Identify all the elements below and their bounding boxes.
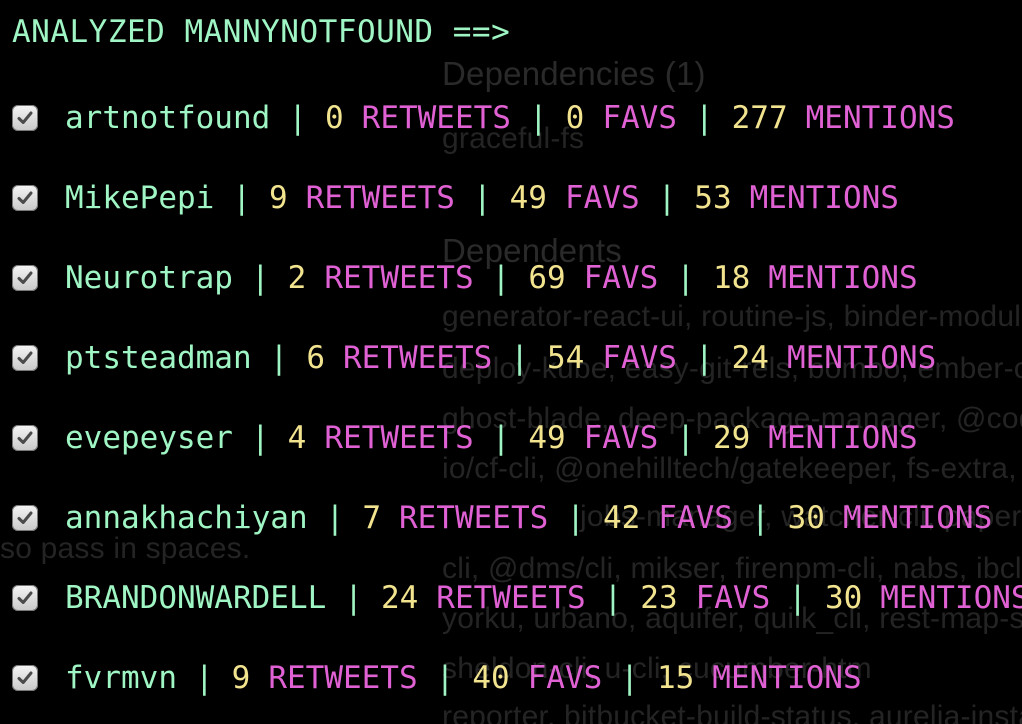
retweets-count: 4 bbox=[287, 420, 307, 456]
terminal-output: ANALYZED MANNYNOTFOUND ==> artnotfound | 0… bbox=[0, 0, 1022, 724]
retweets-count: 24 bbox=[380, 580, 419, 616]
favs-count: 42 bbox=[602, 500, 641, 536]
separator: | bbox=[750, 500, 770, 536]
separator: | bbox=[250, 260, 270, 296]
retweets-label: RETWEETS bbox=[361, 100, 511, 136]
separator: | bbox=[676, 420, 695, 456]
result-row: evepeyser | 4 RETWEETS | 49 FAVS | 29 MENTIONS bbox=[12, 416, 918, 460]
separator: | bbox=[676, 260, 695, 296]
mentions-label: MENTIONS bbox=[749, 180, 899, 216]
checkbox-icon bbox=[12, 425, 38, 451]
mentions-count: 18 bbox=[712, 260, 751, 296]
separator: | bbox=[325, 500, 345, 536]
checkbox-icon bbox=[12, 105, 38, 131]
mentions-label: MENTIONS bbox=[805, 100, 955, 136]
separator: | bbox=[232, 180, 251, 216]
mentions-label: MENTIONS bbox=[768, 260, 918, 296]
separator: | bbox=[250, 420, 270, 456]
favs-label: FAVS bbox=[527, 660, 603, 696]
mentions-count: 29 bbox=[712, 420, 751, 456]
retweets-count: 2 bbox=[287, 260, 307, 296]
separator: | bbox=[344, 580, 363, 616]
separator: | bbox=[528, 100, 548, 136]
mentions-count: 30 bbox=[787, 500, 825, 536]
mentions-label: MENTIONS bbox=[842, 500, 993, 536]
result-row: fvrmvn | 9 RETWEETS | 40 FAVS | 15 MENTIONS bbox=[12, 656, 862, 700]
favs-label: FAVS bbox=[658, 500, 733, 536]
terminal-window: Dependencies (1) graceful-fs Dependents … bbox=[0, 0, 1022, 724]
separator: | bbox=[603, 580, 623, 616]
result-row: artnotfound | 0 RETWEETS | 0 FAVS | 277 MENTIONS bbox=[12, 96, 955, 140]
mentions-label: MENTIONS bbox=[880, 580, 1022, 616]
username: annakhachiyan bbox=[65, 500, 308, 536]
checkbox-icon bbox=[12, 265, 38, 291]
retweets-count: 9 bbox=[268, 180, 288, 216]
mentions-count: 277 bbox=[731, 100, 788, 136]
retweets-label: RETWEETS bbox=[436, 580, 586, 616]
mentions-label: MENTIONS bbox=[786, 340, 937, 376]
retweets-count: 9 bbox=[231, 660, 251, 696]
username: Neurotrap bbox=[65, 260, 233, 296]
separator: | bbox=[694, 100, 714, 136]
checkbox-icon bbox=[12, 185, 38, 211]
username: BRANDONWARDELL bbox=[65, 580, 327, 616]
favs-label: FAVS bbox=[583, 420, 659, 456]
mentions-label: MENTIONS bbox=[712, 660, 862, 696]
retweets-label: RETWEETS bbox=[324, 420, 474, 456]
username: ptsteadman bbox=[65, 340, 252, 376]
favs-count: 49 bbox=[509, 180, 547, 216]
username: MikePepi bbox=[65, 180, 215, 216]
username: artnotfound bbox=[65, 100, 271, 136]
separator: | bbox=[788, 580, 807, 616]
analysis-header: ANALYZED MANNYNOTFOUND ==> bbox=[12, 14, 511, 50]
checkbox-icon bbox=[12, 345, 38, 371]
mentions-count: 24 bbox=[731, 340, 769, 376]
mentions-count: 30 bbox=[824, 580, 863, 616]
retweets-count: 7 bbox=[362, 500, 381, 536]
username: fvrmvn bbox=[65, 660, 177, 696]
checkbox-icon bbox=[12, 585, 38, 611]
retweets-label: RETWEETS bbox=[324, 260, 474, 296]
separator: | bbox=[620, 660, 639, 696]
checkbox-icon bbox=[12, 505, 38, 531]
result-row: MikePepi | 9 RETWEETS | 49 FAVS | 53 MENTIONS bbox=[12, 176, 899, 220]
separator: | bbox=[491, 260, 511, 296]
favs-label: FAVS bbox=[602, 340, 677, 376]
retweets-label: RETWEETS bbox=[305, 180, 455, 216]
retweets-label: RETWEETS bbox=[342, 340, 493, 376]
retweets-label: RETWEETS bbox=[398, 500, 549, 536]
username: evepeyser bbox=[65, 420, 233, 456]
favs-count: 0 bbox=[565, 100, 585, 136]
separator: | bbox=[657, 180, 677, 216]
favs-count: 49 bbox=[528, 420, 566, 456]
checkbox-icon bbox=[12, 665, 38, 691]
separator: | bbox=[566, 500, 585, 536]
separator: | bbox=[288, 100, 307, 136]
favs-label: FAVS bbox=[583, 260, 659, 296]
result-row: BRANDONWARDELL | 24 RETWEETS | 23 FAVS | 30 MENTI… bbox=[12, 576, 1022, 620]
favs-count: 40 bbox=[472, 660, 510, 696]
retweets-count: 0 bbox=[324, 100, 344, 136]
result-row: annakhachiyan | 7 RETWEETS | 42 FAVS | 30 MENTION… bbox=[12, 496, 992, 540]
favs-label: FAVS bbox=[564, 180, 640, 216]
mentions-count: 53 bbox=[694, 180, 732, 216]
retweets-label: RETWEETS bbox=[268, 660, 418, 696]
favs-count: 23 bbox=[640, 580, 678, 616]
result-row: ptsteadman | 6 RETWEETS | 54 FAVS | 24 MENTIONS bbox=[12, 336, 936, 380]
favs-count: 69 bbox=[528, 260, 566, 296]
mentions-count: 15 bbox=[656, 660, 695, 696]
separator: | bbox=[510, 340, 529, 376]
separator: | bbox=[269, 340, 289, 376]
retweets-count: 6 bbox=[306, 340, 325, 376]
result-row: Neurotrap | 2 RETWEETS | 69 FAVS | 18 MENTIONS bbox=[12, 256, 918, 300]
separator: | bbox=[472, 180, 492, 216]
favs-label: FAVS bbox=[602, 100, 677, 136]
mentions-label: MENTIONS bbox=[768, 420, 918, 456]
separator: | bbox=[435, 660, 455, 696]
separator: | bbox=[491, 420, 511, 456]
favs-count: 54 bbox=[546, 340, 585, 376]
separator: | bbox=[194, 660, 214, 696]
separator: | bbox=[694, 340, 714, 376]
favs-label: FAVS bbox=[695, 580, 771, 616]
